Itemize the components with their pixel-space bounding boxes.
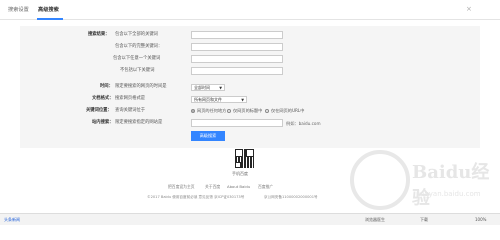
position-label: 关键词位置： (86, 108, 112, 113)
radio-url-only[interactable]: 仅在网页的URL中 (265, 107, 304, 115)
tab-search-settings[interactable]: 搜索设置 (8, 6, 29, 13)
results-label: 搜索结果： (88, 32, 110, 37)
time-select[interactable]: 全部时间 ▼ (191, 84, 225, 91)
radio-selected-icon (191, 109, 195, 113)
advanced-search-form: 搜索结果： 包含以下全部的关键词 包含以下的完整关键词： 包含以下任意一个关键词… (20, 26, 480, 148)
watermark-url: jingyan.baidu.com (416, 190, 481, 198)
format-label: 文档格式： (92, 96, 114, 101)
advanced-search-button[interactable]: 高级搜索 (191, 131, 225, 141)
status-doctor[interactable]: 浏览器医生 (365, 217, 385, 223)
qr-code-icon (235, 149, 254, 168)
format-select[interactable]: 所有网页和文件 ▼ (191, 96, 247, 103)
footer-beian[interactable]: 京公网安备11000002000001号 (264, 195, 318, 200)
tab-bar: 搜索设置 高级搜索 × (0, 0, 500, 20)
qr-label: 手机百度 (232, 171, 248, 176)
radio-icon (265, 109, 269, 113)
status-download[interactable]: 下载 (420, 217, 428, 223)
exclude-keywords-input[interactable] (191, 67, 283, 75)
all-keywords-label: 包含以下全部的关键词 (115, 32, 158, 37)
site-label: 站内搜索： (92, 120, 114, 125)
position-desc: 查询关键词位于 (115, 108, 146, 113)
radio-title-only[interactable]: 仅网页的标题中 (227, 107, 262, 115)
any-keyword-input[interactable] (191, 55, 283, 63)
footer-link-promotion[interactable]: 百度推广 (258, 184, 273, 190)
status-zoom[interactable]: 100% (475, 217, 486, 222)
time-label: 时间： (100, 84, 113, 89)
format-desc: 搜索网页格式是 (115, 96, 146, 101)
watermark-text: Baidu经验 (412, 162, 490, 209)
site-example: 例如：baidu.com (286, 121, 321, 126)
watermark-logo-icon (350, 150, 410, 210)
watermark: Baidu经验 jingyan.baidu.com (350, 150, 490, 212)
active-tab-indicator (37, 18, 63, 20)
exclude-keywords-label: 不包括以下关键词 (120, 68, 155, 73)
time-desc: 限定要搜索的网页的时间是 (115, 84, 167, 89)
site-desc: 限定要搜索指定的网站是 (115, 120, 163, 125)
chevron-down-icon: ▼ (219, 86, 222, 90)
tab-advanced-search[interactable]: 高级搜索 (38, 6, 59, 13)
radio-anywhere[interactable]: 网页的任何地方 (191, 107, 226, 115)
exact-phrase-label: 包含以下的完整关键词： (115, 44, 163, 49)
any-keyword-label: 包含以下任意一个关键词 (113, 56, 161, 61)
status-bar: 头条新闻 浏览器医生 下载 100% (0, 213, 500, 225)
footer-link-about-en[interactable]: About Baidu (227, 184, 250, 189)
footer-link-about[interactable]: 关于百度 (205, 184, 220, 190)
chevron-down-icon: ▼ (241, 98, 244, 102)
close-icon[interactable]: × (466, 5, 472, 13)
site-input[interactable] (191, 119, 283, 127)
all-keywords-input[interactable] (191, 31, 283, 39)
footer-link-homepage[interactable]: 把百度设为主页 (168, 184, 195, 190)
radio-icon (227, 109, 231, 113)
footer-copyright: ©2017 Baidu 使用百度前必读 意见反馈 京ICP证030173号 (147, 195, 245, 199)
exact-phrase-input[interactable] (191, 43, 283, 51)
status-news[interactable]: 头条新闻 (4, 217, 20, 223)
